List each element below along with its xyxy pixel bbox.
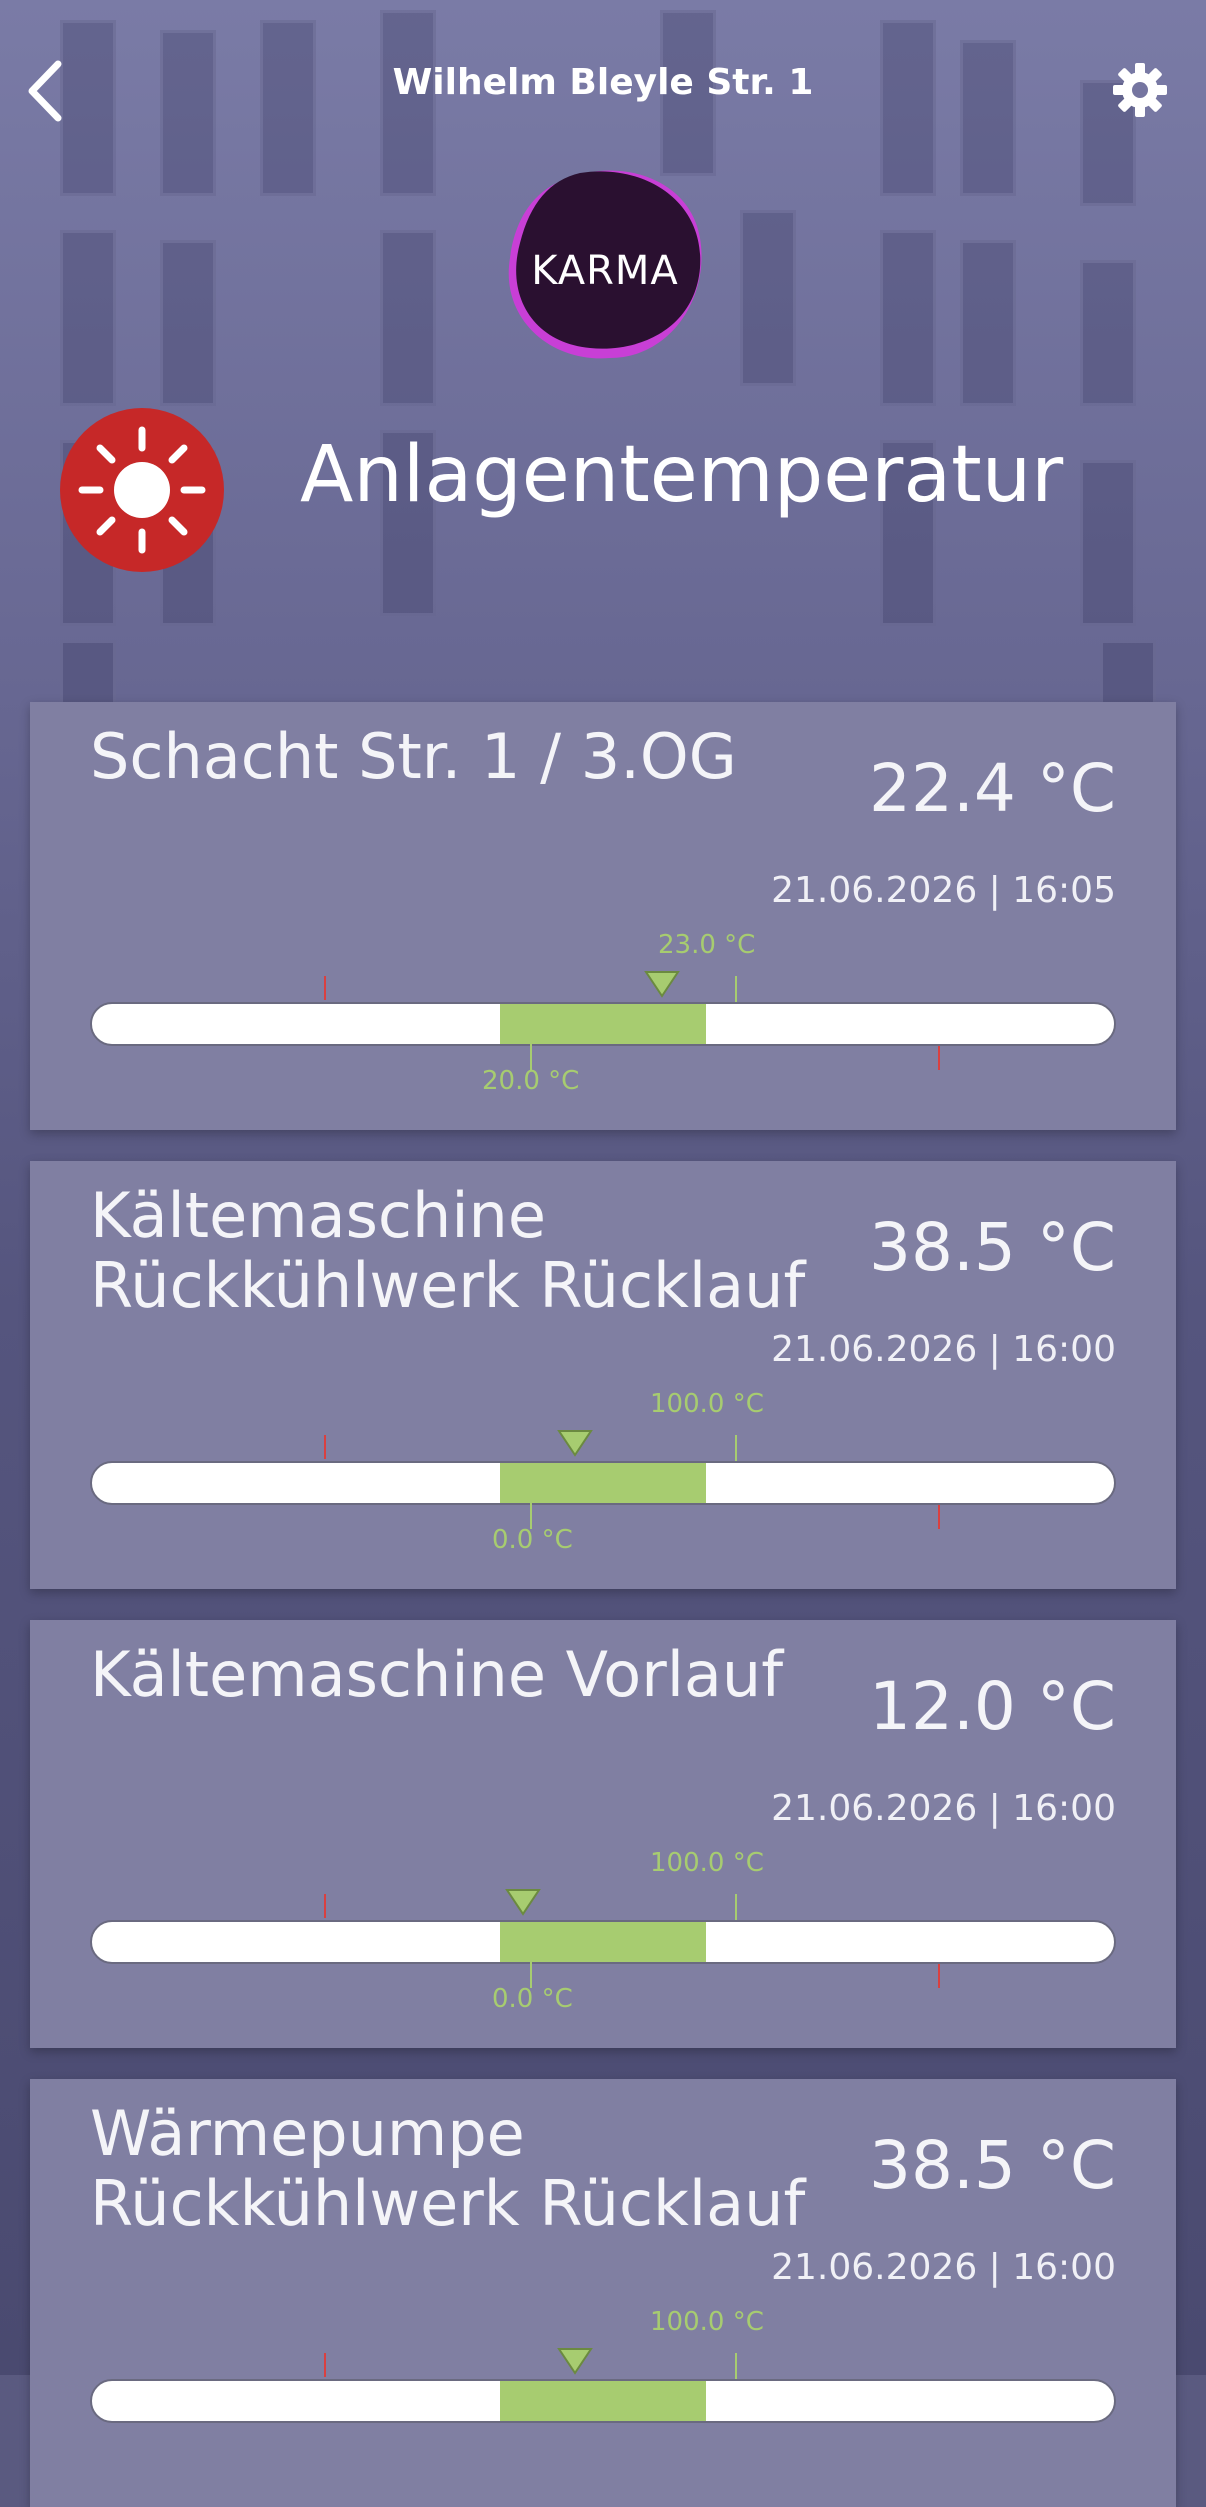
max-threshold-tick	[735, 2353, 737, 2379]
sensor-value: 22.4 °C	[868, 750, 1116, 827]
target-range-fill	[500, 2381, 706, 2421]
sun-icon	[78, 426, 206, 554]
max-threshold-label: 100.0 °C	[650, 1848, 764, 1878]
section-title: Anlagentemperatur	[300, 430, 1064, 520]
sensor-card[interactable]: Kältemaschine Vorlauf 12.0 °C 21.06.2026…	[30, 1620, 1176, 2048]
sensor-timestamp: 21.06.2026 | 16:00	[771, 1329, 1116, 1370]
alarm-low-tick	[324, 2353, 326, 2377]
value-marker	[644, 970, 681, 998]
min-threshold-label: 20.0 °C	[482, 1066, 580, 1096]
sensor-card[interactable]: Wärmepumpe Rückkühlwerk Rücklauf 38.5 °C…	[30, 2079, 1176, 2507]
sensor-name: Kältemaschine Vorlauf	[90, 1638, 784, 1711]
range-gauge: 100.0 °C 0.0 °C	[90, 1389, 1116, 1559]
sensor-name: Kältemaschine Rückkühlwerk Rücklauf	[90, 1179, 806, 1322]
sensor-name: Schacht Str. 1 / 3.OG	[90, 720, 737, 793]
sensor-timestamp: 21.06.2026 | 16:05	[771, 870, 1116, 911]
alarm-low-tick	[324, 1894, 326, 1918]
alarm-low-tick	[324, 1435, 326, 1459]
gauge-track	[90, 2379, 1116, 2423]
max-threshold-label: 100.0 °C	[650, 2307, 764, 2337]
range-gauge: 23.0 °C 20.0 °C	[90, 930, 1116, 1100]
sensor-card[interactable]: Kältemaschine Rückkühlwerk Rücklauf 38.5…	[30, 1161, 1176, 1589]
karma-logo: KARMA	[500, 158, 710, 368]
sensor-value: 38.5 °C	[868, 2127, 1116, 2204]
alarm-high-tick	[938, 1505, 940, 1529]
min-threshold-label: 0.0 °C	[492, 1984, 573, 2014]
gauge-track	[90, 1002, 1116, 1046]
sensor-value: 38.5 °C	[868, 1209, 1116, 1286]
target-range-fill	[500, 1004, 706, 1044]
gauge-track	[90, 1920, 1116, 1964]
sensor-value: 12.0 °C	[868, 1668, 1116, 1745]
max-threshold-label: 23.0 °C	[658, 930, 756, 960]
range-gauge: 100.0 °C	[90, 2307, 1116, 2477]
value-marker	[557, 2347, 594, 2375]
sensor-name: Wärmepumpe Rückkühlwerk Rücklauf	[90, 2097, 806, 2240]
page-title: Wilhelm Bleyle Str. 1	[392, 62, 814, 103]
sensor-timestamp: 21.06.2026 | 16:00	[771, 1788, 1116, 1829]
value-marker	[505, 1888, 542, 1916]
target-range-fill	[500, 1463, 706, 1503]
gear-icon	[1113, 63, 1167, 117]
gauge-track	[90, 1461, 1116, 1505]
logo-text: KARMA	[531, 248, 679, 294]
max-threshold-label: 100.0 °C	[650, 1389, 764, 1419]
temperature-category-badge	[60, 408, 224, 572]
sensor-card[interactable]: Schacht Str. 1 / 3.OG 22.4 °C 21.06.2026…	[30, 702, 1176, 1130]
max-threshold-tick	[735, 976, 737, 1002]
value-marker	[557, 1429, 594, 1457]
top-bar: Wilhelm Bleyle Str. 1	[0, 0, 1206, 170]
sensor-timestamp: 21.06.2026 | 16:00	[771, 2247, 1116, 2288]
max-threshold-tick	[735, 1435, 737, 1461]
target-range-fill	[500, 1922, 706, 1962]
alarm-high-tick	[938, 1046, 940, 1070]
alarm-low-tick	[324, 976, 326, 1000]
max-threshold-tick	[735, 1894, 737, 1920]
min-threshold-label: 0.0 °C	[492, 1525, 573, 1555]
alarm-high-tick	[938, 1964, 940, 1988]
range-gauge: 100.0 °C 0.0 °C	[90, 1848, 1116, 2018]
settings-button[interactable]	[1110, 60, 1170, 120]
